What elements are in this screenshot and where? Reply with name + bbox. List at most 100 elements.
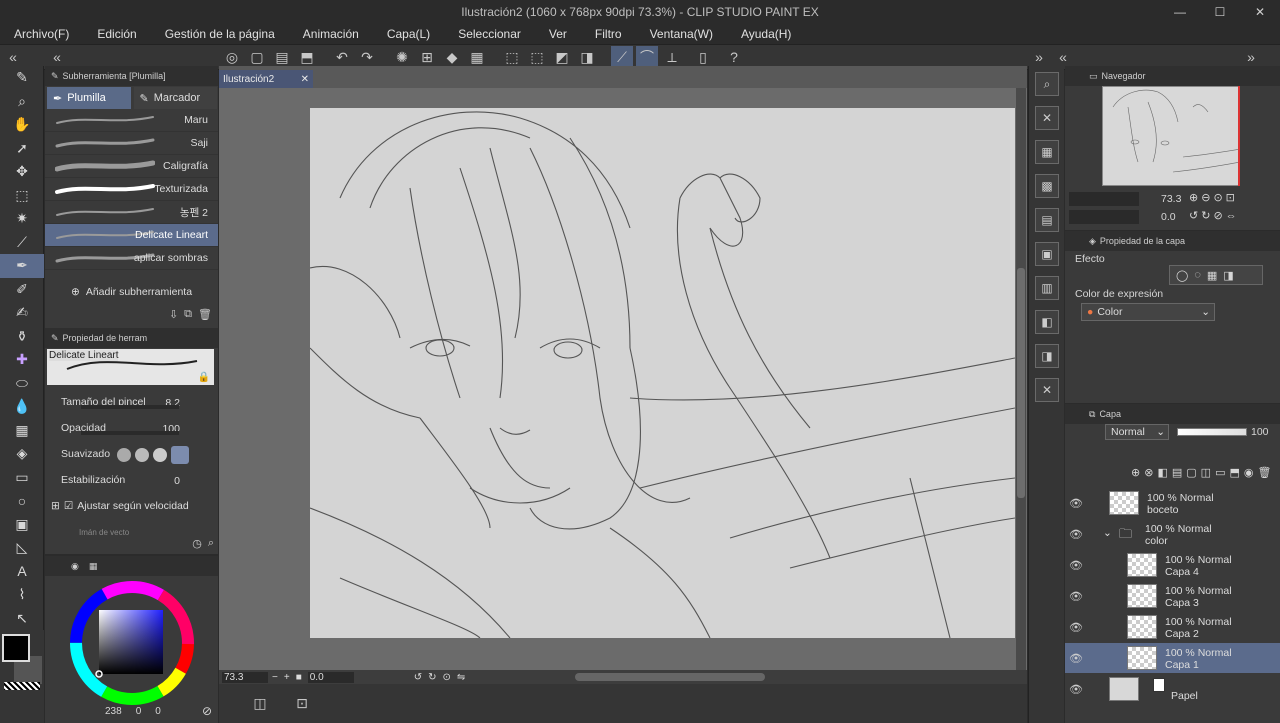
layer-row[interactable]: 👁 ⌄ 🗀 100 % Normal color: [1065, 519, 1280, 549]
menu-capa[interactable]: Capa(L): [373, 24, 444, 44]
smoothing-option-4[interactable]: [171, 446, 189, 464]
layer-row[interactable]: 👁 100 % Normal Capa 4: [1065, 550, 1280, 580]
clip-studio-icon[interactable]: ◎: [221, 46, 243, 68]
undo-icon[interactable]: ↶: [331, 46, 353, 68]
subtool-brush-item[interactable]: Texturizada: [45, 178, 218, 201]
redo-icon[interactable]: ↷: [356, 46, 378, 68]
layer-row[interactable]: 👁 100 % Normal Capa 1: [1065, 643, 1280, 673]
material-icon[interactable]: ✕: [1035, 106, 1059, 130]
pen-tool-icon[interactable]: ✎: [0, 66, 44, 90]
loading-icon[interactable]: ✺: [391, 46, 413, 68]
nav-full-icon[interactable]: ⊡: [1226, 191, 1235, 204]
new-raster-icon[interactable]: ▢: [1186, 466, 1196, 479]
smoothing-option-1[interactable]: [117, 448, 131, 462]
fill-icon[interactable]: ◆: [441, 46, 463, 68]
material-3-icon[interactable]: ▩: [1035, 174, 1059, 198]
zoom-out-icon[interactable]: −: [272, 672, 278, 683]
maximize-button[interactable]: ☐: [1200, 0, 1240, 24]
color-mode-icon[interactable]: ⊘: [202, 704, 212, 718]
brush-tool-icon[interactable]: ✍: [0, 301, 44, 325]
search-panel-icon[interactable]: ⌕: [1035, 72, 1059, 96]
collapse-right-icon[interactable]: »: [1028, 46, 1050, 68]
smoothing-option-3[interactable]: [153, 448, 167, 462]
material-7-icon[interactable]: ◧: [1035, 310, 1059, 334]
deselect-icon[interactable]: ⬚: [501, 46, 523, 68]
crop-icon[interactable]: ⬚: [526, 46, 548, 68]
collapse-left-icon[interactable]: «: [2, 46, 24, 68]
move-tool-icon[interactable]: ✥: [0, 160, 44, 184]
snap-grid-icon[interactable]: ⟂: [661, 46, 683, 68]
tool-settings-icon[interactable]: ◷: [192, 537, 202, 550]
layer-opacity-value[interactable]: 100: [1251, 426, 1269, 438]
layer-row[interactable]: 👁 100 % Normal Capa 2: [1065, 612, 1280, 642]
eye-icon[interactable]: 👁: [1069, 527, 1083, 541]
material-2-icon[interactable]: ▦: [1035, 140, 1059, 164]
layer-ref-icon[interactable]: ⊗: [1144, 466, 1153, 479]
menu-seleccionar[interactable]: Seleccionar: [444, 24, 535, 44]
save-icon[interactable]: ⬒: [296, 46, 318, 68]
figure-tool-icon[interactable]: ○: [0, 489, 44, 513]
add-subtool-button[interactable]: ⊕ Añadir subherramienta: [71, 286, 192, 298]
snap-ruler-icon[interactable]: ⟋: [611, 46, 633, 68]
eye-icon[interactable]: 👁: [1069, 682, 1083, 696]
expand-icon[interactable]: ⊞: [51, 500, 60, 512]
nav-fit-icon[interactable]: ⊙: [1213, 191, 1222, 204]
vertical-scroll-thumb[interactable]: [1017, 268, 1025, 498]
nav-zoom-out-icon[interactable]: ⊖: [1201, 191, 1210, 204]
blend-mode-dropdown[interactable]: Normal ⌄: [1105, 424, 1169, 440]
nav-zoom-in-icon[interactable]: ⊕: [1189, 191, 1198, 204]
balloon-tool-icon[interactable]: ⌇: [0, 583, 44, 607]
flip-icon[interactable]: ⇋: [457, 672, 465, 683]
material-5-icon[interactable]: ▣: [1035, 242, 1059, 266]
reset-rotation-icon[interactable]: ⊙: [443, 672, 451, 683]
clear-icon[interactable]: ◩: [551, 46, 573, 68]
nav-flip-icon[interactable]: ⇔: [1226, 210, 1237, 222]
gradient-tool-icon[interactable]: ▭: [0, 466, 44, 490]
eye-icon[interactable]: 👁: [1069, 589, 1083, 603]
fit-icon[interactable]: ■: [296, 672, 302, 683]
subtool-brush-item[interactable]: Delicate Lineart: [45, 224, 218, 247]
transparent-swatch[interactable]: [4, 682, 40, 690]
navigator-thumbnail[interactable]: [1102, 86, 1240, 186]
border-effect-icon[interactable]: ◯: [1176, 269, 1188, 282]
delete-layer-icon[interactable]: 🗑: [1257, 466, 1271, 479]
subtool-brush-item[interactable]: Saji: [45, 132, 218, 155]
expression-color-dropdown[interactable]: ● Color ⌄: [1081, 303, 1215, 321]
subtool-copy-icon[interactable]: ⧉: [184, 308, 192, 321]
menu-ayuda[interactable]: Ayuda(H): [727, 24, 805, 44]
new-vector-icon[interactable]: ◫: [1201, 466, 1211, 479]
folder-chevron-icon[interactable]: ⌄: [1103, 527, 1112, 539]
new-folder-icon[interactable]: ▭: [1215, 466, 1225, 479]
layer-ruler-icon[interactable]: ▤: [1172, 466, 1182, 479]
close-tab-icon[interactable]: ✕: [301, 74, 309, 85]
eye-icon[interactable]: 👁: [1069, 620, 1083, 634]
merge-icon[interactable]: ⬒: [1229, 466, 1239, 479]
new-file-icon[interactable]: ▢: [246, 46, 268, 68]
subtool-brush-item[interactable]: aplicar sombras: [45, 247, 218, 270]
layer-row[interactable]: 👁 Papel: [1065, 674, 1280, 704]
lock-icon[interactable]: 🔒: [198, 372, 210, 383]
auto-select-tool-icon[interactable]: ✷: [0, 207, 44, 231]
grid-tool-icon[interactable]: ▦: [0, 419, 44, 443]
subtool-brush-item[interactable]: Maru: [45, 109, 218, 132]
airbrush-tool-icon[interactable]: ⚱: [0, 325, 44, 349]
page-manager-icon[interactable]: ◫: [249, 692, 271, 714]
pen-active-tool-icon[interactable]: ✒: [0, 254, 44, 278]
blend-tool-icon[interactable]: 💧: [0, 395, 44, 419]
opacity-slider[interactable]: [81, 431, 179, 435]
material-6-icon[interactable]: ▥: [1035, 276, 1059, 300]
selection-fill-icon[interactable]: ▦: [466, 46, 488, 68]
correct-line-tool-icon[interactable]: ↖: [0, 607, 44, 631]
pencil-tool-icon[interactable]: ✐: [0, 278, 44, 302]
material-4-icon[interactable]: ▤: [1035, 208, 1059, 232]
operation-tool-icon[interactable]: ➚: [0, 137, 44, 161]
color-wheel-tab-icon[interactable]: ◉: [71, 561, 79, 572]
menu-edicion[interactable]: Edición: [83, 24, 150, 44]
subtool-menu-icon[interactable]: ⇩: [169, 308, 178, 321]
color-wheel[interactable]: [69, 580, 195, 706]
zoom-tool-icon[interactable]: ⌕: [0, 90, 44, 114]
navigator-angle-slider[interactable]: [1069, 210, 1139, 224]
device-icon[interactable]: ▯: [692, 46, 714, 68]
layer-color-effect-icon[interactable]: ◨: [1223, 269, 1233, 282]
nav-reset-icon[interactable]: ⊘: [1213, 209, 1222, 222]
